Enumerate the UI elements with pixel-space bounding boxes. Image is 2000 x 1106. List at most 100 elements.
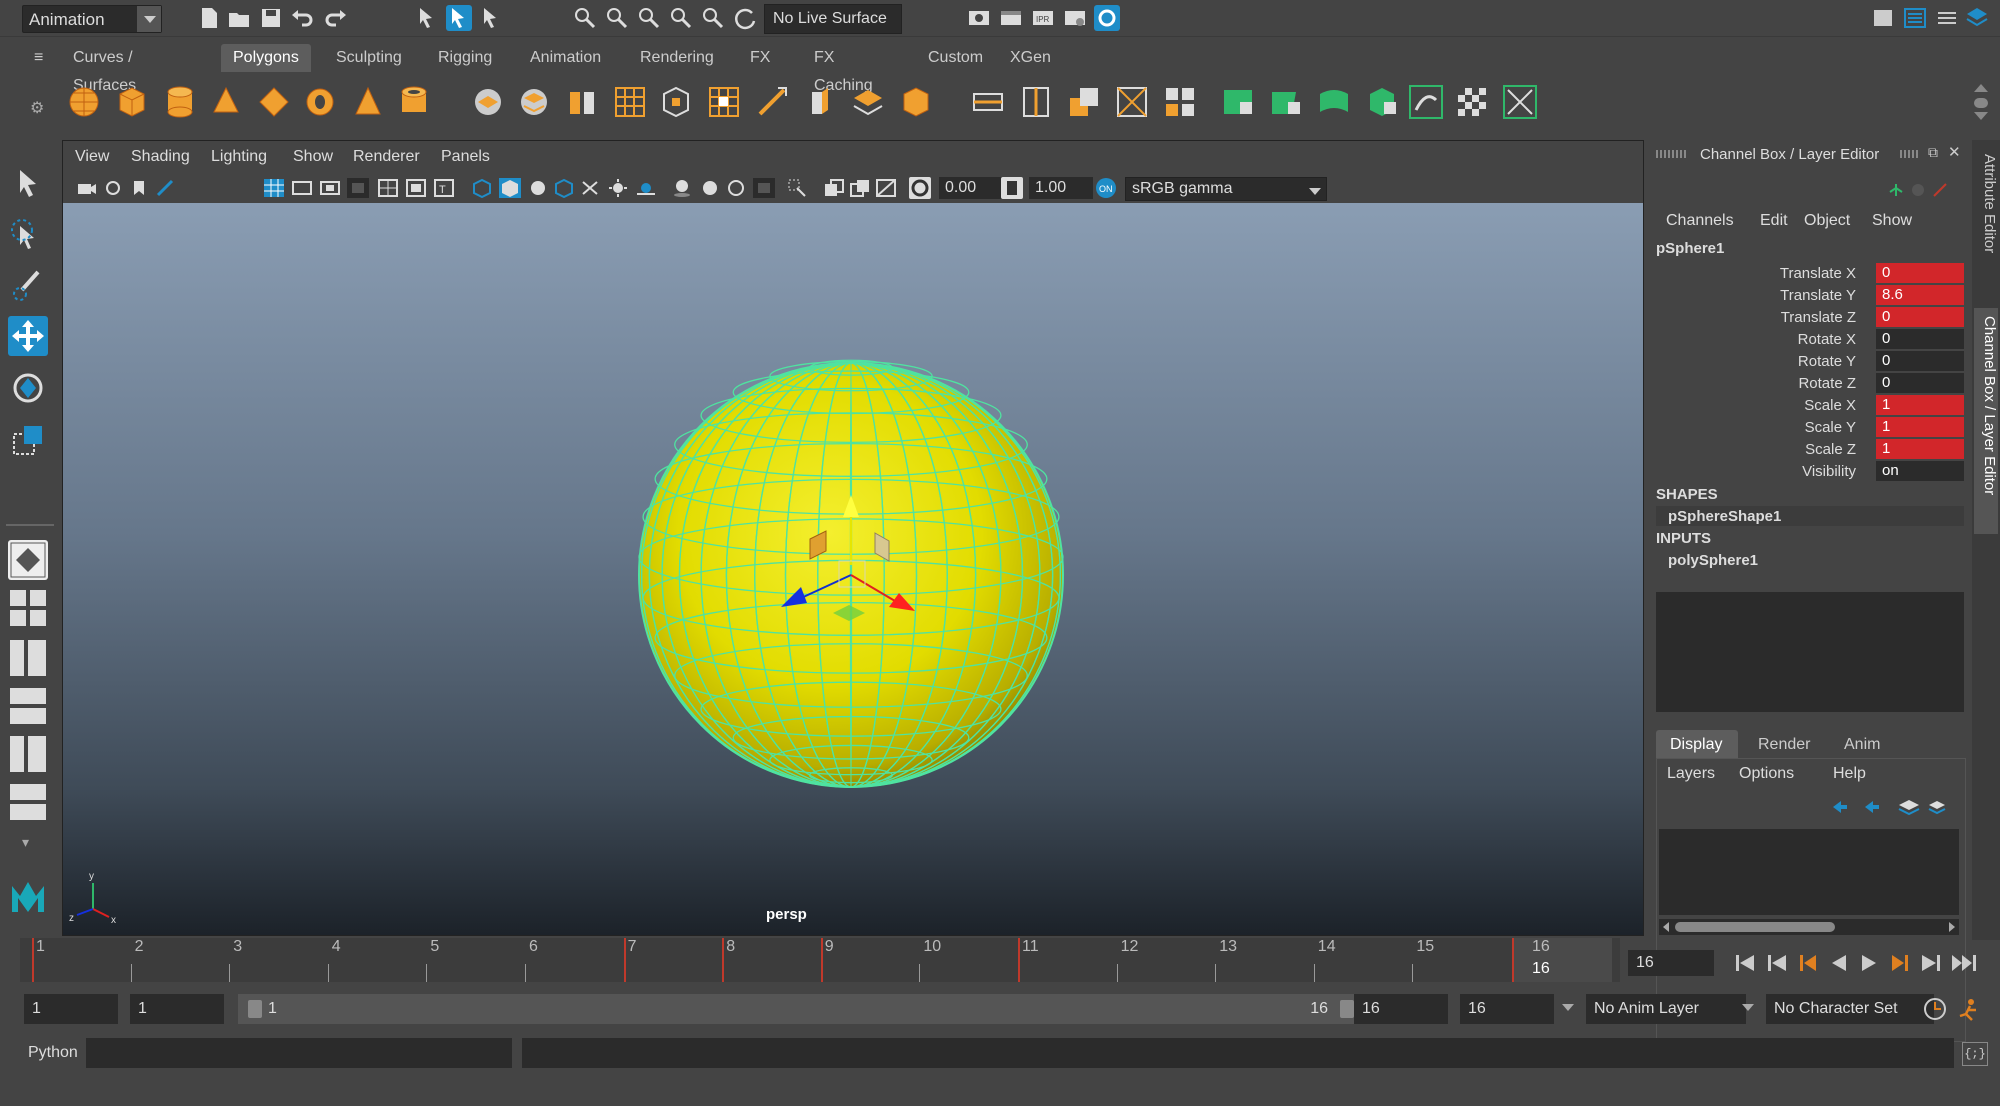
tab-animation[interactable]: Animation [518,44,613,72]
rotate-tool-icon[interactable] [8,368,48,408]
channel-rotate-z[interactable]: Rotate Z 0 [1652,372,1968,394]
live-surface-field[interactable]: No Live Surface [764,4,902,34]
perspective-viewport[interactable]: View Shading Lighting Show Renderer Pane… [62,140,1644,936]
channel-translate-x[interactable]: Translate X 0 [1652,262,1968,284]
smooth-shade-icon[interactable] [499,178,521,198]
shelf-scroll-arrows[interactable] [1972,82,1990,124]
hypershade-layout-icon[interactable] [8,734,48,774]
play-forwards-icon[interactable] [1862,955,1876,971]
render-frame-icon[interactable] [998,5,1024,31]
poly-cube-icon[interactable] [114,84,150,120]
gate-mask-icon[interactable] [347,178,369,198]
tool-settings-toggle-icon[interactable] [1934,5,1960,31]
select-tool-icon[interactable] [8,164,48,204]
move-layer-down-icon[interactable] [1865,801,1879,813]
anti-aliasing-icon[interactable] [725,178,747,198]
camera-icon[interactable] [77,179,97,197]
channel-visibility[interactable]: Visibility on [1652,460,1968,482]
layer-horizontal-scrollbar[interactable] [1659,919,1959,935]
channel-value[interactable]: 0 [1876,329,1964,349]
tab-xgen[interactable]: XGen [998,44,1063,72]
channel-box-toggle-icon[interactable] [1964,5,1990,31]
new-layer-from-selected-icon[interactable] [1928,801,1946,815]
float-panel-icon[interactable]: ⧉ [1928,144,1938,161]
isolate-select-icon[interactable] [787,178,809,198]
bool-union-icon[interactable] [612,84,648,120]
exposure-field[interactable]: 0.00 [939,177,1003,199]
extrude-icon[interactable] [706,84,742,120]
channel-value[interactable]: 1 [1876,439,1964,459]
tab-channel-box-layer-editor[interactable]: Channel Box / Layer Editor [1974,308,1998,534]
channel-value[interactable]: 0 [1876,307,1964,327]
backface-culling-icon[interactable] [875,178,897,198]
step-forward-frame-icon[interactable] [1892,955,1908,971]
step-back-key-icon[interactable] [1768,955,1786,971]
new-scene-icon[interactable] [196,5,222,31]
bookmark-icon[interactable] [129,179,149,197]
tab-rendering[interactable]: Rendering [628,44,726,72]
chevron-down-icon[interactable] [1742,1004,1754,1011]
script-editor-icon[interactable]: {;} [1962,1042,1988,1066]
channel-value[interactable]: 0 [1876,373,1964,393]
input-node-name[interactable]: polySphere1 [1668,552,1758,569]
channel-scale-x[interactable]: Scale X 1 [1652,394,1968,416]
multi-cut-icon[interactable] [970,84,1006,120]
camera-attributes-icon[interactable] [103,179,123,197]
use-default-light-icon[interactable] [607,178,629,198]
uv-layout-icon[interactable] [1502,84,1538,120]
separate-icon[interactable] [516,84,552,120]
snap-curve-icon[interactable] [604,5,630,31]
field-chart-icon[interactable] [377,178,399,198]
wireframe-on-shaded-icon[interactable] [527,178,549,198]
exposure-icon[interactable] [909,177,931,199]
chevron-left-icon[interactable] [1663,922,1669,932]
move-tool-icon[interactable] [8,316,48,356]
channel-menu-edit[interactable]: Edit [1760,212,1788,230]
viewport-menu-renderer[interactable]: Renderer [353,148,420,166]
character-set-dropdown[interactable]: No Character Set [1766,994,1934,1024]
xray-active-components-icon[interactable] [849,178,871,198]
film-gate-icon[interactable] [291,178,313,198]
channel-value[interactable]: 0 [1876,351,1964,371]
viewport-menu-lighting[interactable]: Lighting [211,148,267,166]
animation-preferences-icon[interactable] [1956,996,1982,1022]
channel-menu-channels[interactable]: Channels [1666,212,1734,230]
selected-object-name[interactable]: pSphere1 [1656,240,1724,257]
tab-sculpting[interactable]: Sculpting [324,44,414,72]
poly-plane-icon[interactable] [256,84,292,120]
redo-icon[interactable] [322,5,348,31]
snap-live-icon[interactable] [700,5,726,31]
depth-of-field-icon[interactable] [753,178,775,198]
new-layer-icon[interactable] [1898,800,1920,816]
image-plane-icon[interactable] [155,179,175,197]
select-hierarchy-icon[interactable] [414,5,440,31]
tab-anim[interactable]: Anim [1844,736,1880,754]
channel-scale-y[interactable]: Scale Y 1 [1652,416,1968,438]
shelf-settings-gear-icon[interactable]: ⚙ [30,98,44,118]
range-end-handle[interactable] [1340,1000,1354,1018]
textured-icon[interactable] [553,178,575,198]
gamma-icon[interactable] [1001,177,1023,199]
step-back-frame-icon[interactable] [1800,955,1816,971]
channel-rotate-x[interactable]: Rotate X 0 [1652,328,1968,350]
ambient-occlusion-icon[interactable] [671,178,693,198]
layer-menu-options[interactable]: Options [1739,765,1794,783]
view-transform-dropdown[interactable]: sRGB gamma [1125,177,1327,201]
shadows-icon[interactable] [635,178,657,198]
close-icon[interactable]: ✕ [1948,143,1961,161]
snap-grid-icon[interactable] [572,5,598,31]
command-input[interactable] [86,1038,512,1068]
modeling-toolkit-icon[interactable] [1870,5,1896,31]
resolution-gate-icon[interactable] [319,178,341,198]
viewport-menu-shading[interactable]: Shading [131,148,190,166]
auto-key-icon[interactable] [1922,996,1948,1022]
chevron-down-icon[interactable] [1562,1004,1574,1011]
render-globals-icon[interactable] [1062,5,1088,31]
open-scene-icon[interactable] [226,5,252,31]
merge-icon[interactable] [1162,84,1198,120]
current-frame-field[interactable]: 16 [1628,950,1714,976]
shelf-menu-icon[interactable]: ≡ [28,44,49,72]
attribute-editor-toggle-icon[interactable] [1902,5,1928,31]
ipr-render-icon[interactable]: IPR [1030,5,1056,31]
insert-edge-loop-icon[interactable] [1018,84,1054,120]
